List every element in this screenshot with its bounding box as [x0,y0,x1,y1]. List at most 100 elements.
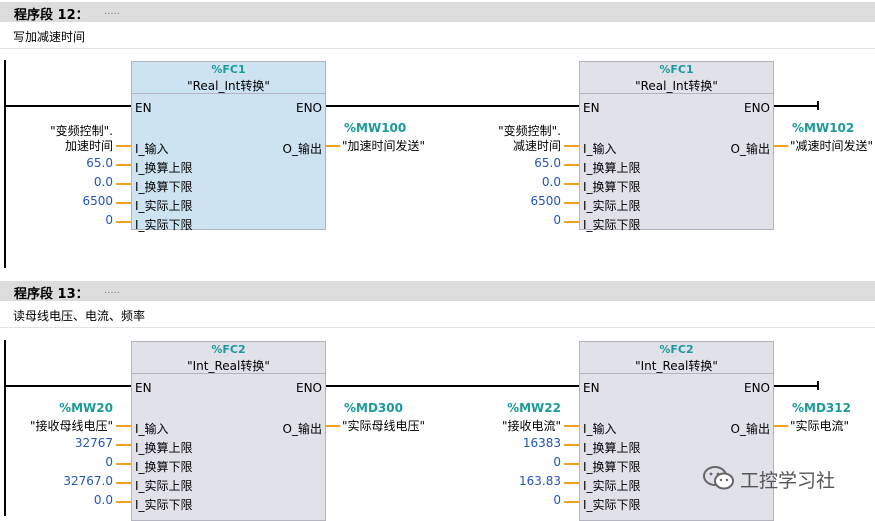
pin-input: I_输入 [135,142,169,156]
pin-actual-low: I_实际下限 [583,498,641,512]
output-variable[interactable]: "减速时间发送" [790,137,873,154]
block-divider [132,93,325,94]
pin-output: O_输出 [730,142,770,156]
input-wire [564,425,579,427]
param-scale-low[interactable]: 0 [553,455,561,469]
param-actual-high[interactable]: 32767.0 [63,474,113,488]
network-12: %FC1 "Real_Int转换" EN ENO I_输入 O_输出 I_换算上… [0,58,875,270]
function-block-fc2[interactable]: %FC2 "Int_Real转换" EN ENO I_输入 O_输出 I_换算上… [131,341,326,521]
param-scale-low[interactable]: 0.0 [94,175,113,189]
pin-en: EN [135,381,152,395]
input-variable[interactable]: "接收母线电压" [30,417,113,434]
power-rail [4,340,6,516]
block-address: %FC1 [211,63,246,76]
segment-header-13[interactable]: 程序段 13： ..... [0,281,875,302]
param-actual-low[interactable]: 0.0 [94,493,113,507]
input-variable-member: 减速时间 [512,139,561,153]
input-variable[interactable]: 减速时间 [513,137,561,154]
pin-eno: ENO [743,381,770,395]
param-actual-low[interactable]: 0 [553,493,561,507]
output-wire [773,145,788,147]
input-wire [116,221,131,223]
input-variable[interactable]: "接收电流" [502,417,561,434]
block-name: "Int_Real转换" [635,359,718,373]
function-block-fc2[interactable]: %FC2 "Int_Real转换" EN ENO I_输入 O_输出 I_换算上… [579,341,774,521]
segment-title-placeholder[interactable]: ..... [104,285,120,296]
input-address: %MW22 [507,401,561,415]
param-scale-low[interactable]: 0.0 [542,175,561,189]
output-address: %MD300 [344,401,403,415]
pin-en: EN [583,381,600,395]
output-variable[interactable]: "加速时间发送" [342,137,425,154]
block-name: "Int_Real转换" [187,359,270,373]
input-wire [116,202,131,204]
function-block-fc1[interactable]: %FC1 "Real_Int转换" EN ENO I_输入 O_输出 I_换算上… [131,61,326,232]
input-wire [116,444,131,446]
block-divider [580,93,773,94]
input-wire [116,463,131,465]
watermark-text: 工控学习社 [740,470,836,492]
segment-comment-row-13[interactable]: 读母线电压、电流、频率 [0,301,875,328]
pin-input: I_输入 [583,422,617,436]
pin-input: I_输入 [583,142,617,156]
watermark: 工控学习社 [702,464,835,492]
pin-output: O_输出 [282,422,322,436]
param-actual-low[interactable]: 0 [105,213,113,227]
segment-comment[interactable]: 写加减速时间 [13,28,85,45]
input-wire [564,145,579,147]
param-scale-high[interactable]: 65.0 [534,156,561,170]
segment-title-placeholder[interactable]: ..... [104,6,120,17]
param-actual-high[interactable]: 6500 [82,194,113,208]
power-line [6,105,131,107]
line-end [817,381,819,390]
segment-comment[interactable]: 读母线电压、电流、频率 [13,307,145,324]
output-variable[interactable]: "实际母线电压" [342,417,425,434]
pin-eno: ENO [743,101,770,115]
pin-actual-high: I_实际上限 [583,479,641,493]
pin-actual-low: I_实际下限 [135,498,193,512]
segment-title: 程序段 13： [14,287,89,302]
pin-output: O_输出 [282,142,322,156]
pin-scale-high: I_换算上限 [583,161,641,175]
pin-scale-high: I_换算上限 [135,161,193,175]
segment-comment-row-12[interactable]: 写加减速时间 [0,22,875,49]
param-actual-high[interactable]: 163.83 [519,474,561,488]
output-wire [773,425,788,427]
pin-scale-low: I_换算下限 [135,180,193,194]
pin-scale-high: I_换算上限 [135,441,193,455]
input-variable-member: 加速时间 [64,139,113,153]
block-address: %FC2 [211,343,246,356]
param-scale-high[interactable]: 16383 [523,436,561,450]
block-name: "Real_Int转换" [187,79,270,93]
pin-actual-low: I_实际下限 [135,218,193,232]
function-block-fc1[interactable]: %FC1 "Real_Int转换" EN ENO I_输入 O_输出 I_换算上… [579,61,774,232]
output-variable[interactable]: "实际电流" [790,417,849,434]
pin-actual-low: I_实际下限 [583,218,641,232]
param-scale-high[interactable]: 65.0 [86,156,113,170]
pin-en: EN [135,101,152,115]
input-wire [116,183,131,185]
param-scale-low[interactable]: 0 [105,455,113,469]
input-variable[interactable]: 加速时间 [65,137,113,154]
input-wire [564,482,579,484]
pin-eno: ENO [295,381,322,395]
input-wire [564,164,579,166]
param-scale-high[interactable]: 32767 [75,436,113,450]
power-line [325,105,579,107]
segment-header-12[interactable]: 程序段 12： ..... [0,2,875,23]
segment-title: 程序段 12： [14,8,89,23]
pin-input: I_输入 [135,422,169,436]
input-variable-db: "变频控制". [498,124,561,138]
pin-actual-high: I_实际上限 [135,479,193,493]
pin-output: O_输出 [730,422,770,436]
power-line [773,385,818,387]
output-address: %MW102 [792,121,855,135]
pin-scale-low: I_换算下限 [583,180,641,194]
output-address: %MW100 [344,121,407,135]
block-address: %FC2 [659,343,694,356]
param-actual-low[interactable]: 0 [553,213,561,227]
input-wire [564,463,579,465]
param-actual-high[interactable]: 6500 [530,194,561,208]
power-rail [4,60,6,268]
power-line [6,385,131,387]
